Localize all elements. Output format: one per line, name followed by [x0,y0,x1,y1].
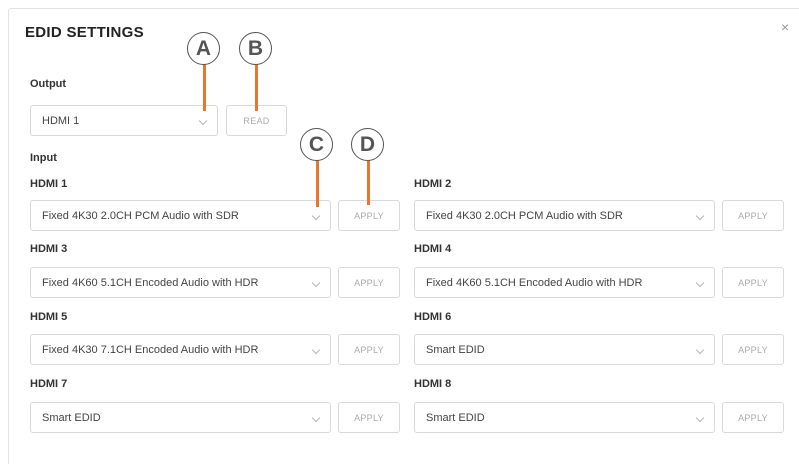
edid-select-value: Smart EDID [426,411,485,424]
edid-select-hdmi-2[interactable]: Fixed 4K30 2.0CH PCM Audio with SDR [414,200,715,231]
callout-b-stem [255,64,258,111]
callout-b-marker: B [239,32,272,65]
edid-select-hdmi-4[interactable]: Fixed 4K60 5.1CH Encoded Audio with HDR [414,267,715,298]
input-label: Input [30,152,57,164]
edid-select-hdmi-5[interactable]: Fixed 4K30 7.1CH Encoded Audio with HDR [30,334,331,365]
dialog-title: EDID SETTINGS [25,24,144,41]
apply-button-hdmi-8[interactable]: APPLY [722,402,784,433]
chevron-down-icon [311,278,321,288]
port-label-hdmi-6: HDMI 6 [414,311,452,323]
edid-select-value: Fixed 4K60 5.1CH Encoded Audio with HDR [42,276,259,289]
edid-select-value: Smart EDID [42,411,101,424]
output-select-value: HDMI 1 [42,114,80,127]
edid-select-value: Fixed 4K30 7.1CH Encoded Audio with HDR [42,343,259,356]
callout-c-marker: C [300,128,333,161]
callout-a-marker: A [187,32,220,65]
output-label: Output [30,78,67,90]
apply-button-hdmi-2[interactable]: APPLY [722,200,784,231]
apply-button-hdmi-3[interactable]: APPLY [338,267,400,298]
edid-select-hdmi-7[interactable]: Smart EDID [30,402,331,433]
chevron-down-icon [311,211,321,221]
callout-d-marker: D [351,128,384,161]
chevron-down-icon [198,116,208,126]
edid-select-value: Fixed 4K30 2.0CH PCM Audio with SDR [42,209,239,222]
edid-select-hdmi-8[interactable]: Smart EDID [414,402,715,433]
port-label-hdmi-5: HDMI 5 [30,311,68,323]
close-icon[interactable]: × [781,20,789,34]
chevron-down-icon [311,413,321,423]
chevron-down-icon [695,345,705,355]
apply-button-hdmi-6[interactable]: APPLY [722,334,784,365]
apply-button-hdmi-7[interactable]: APPLY [338,402,400,433]
chevron-down-icon [695,278,705,288]
callout-a-stem [203,64,206,111]
port-label-hdmi-7: HDMI 7 [30,378,68,390]
port-label-hdmi-8: HDMI 8 [414,378,452,390]
edid-select-value: Fixed 4K60 5.1CH Encoded Audio with HDR [426,276,643,289]
callout-c-stem [316,160,319,207]
port-label-hdmi-3: HDMI 3 [30,243,68,255]
edid-select-hdmi-1[interactable]: Fixed 4K30 2.0CH PCM Audio with SDR [30,200,331,231]
edid-select-value: Smart EDID [426,343,485,356]
callout-d-stem [367,160,370,205]
port-label-hdmi-4: HDMI 4 [414,243,452,255]
edid-settings-dialog [8,8,799,464]
chevron-down-icon [311,345,321,355]
edid-select-hdmi-3[interactable]: Fixed 4K60 5.1CH Encoded Audio with HDR [30,267,331,298]
port-label-hdmi-1: HDMI 1 [30,178,68,190]
output-select[interactable]: HDMI 1 [30,105,218,136]
apply-button-hdmi-5[interactable]: APPLY [338,334,400,365]
edid-select-value: Fixed 4K30 2.0CH PCM Audio with SDR [426,209,623,222]
port-label-hdmi-2: HDMI 2 [414,178,452,190]
apply-button-hdmi-4[interactable]: APPLY [722,267,784,298]
chevron-down-icon [695,211,705,221]
chevron-down-icon [695,413,705,423]
edid-select-hdmi-6[interactable]: Smart EDID [414,334,715,365]
